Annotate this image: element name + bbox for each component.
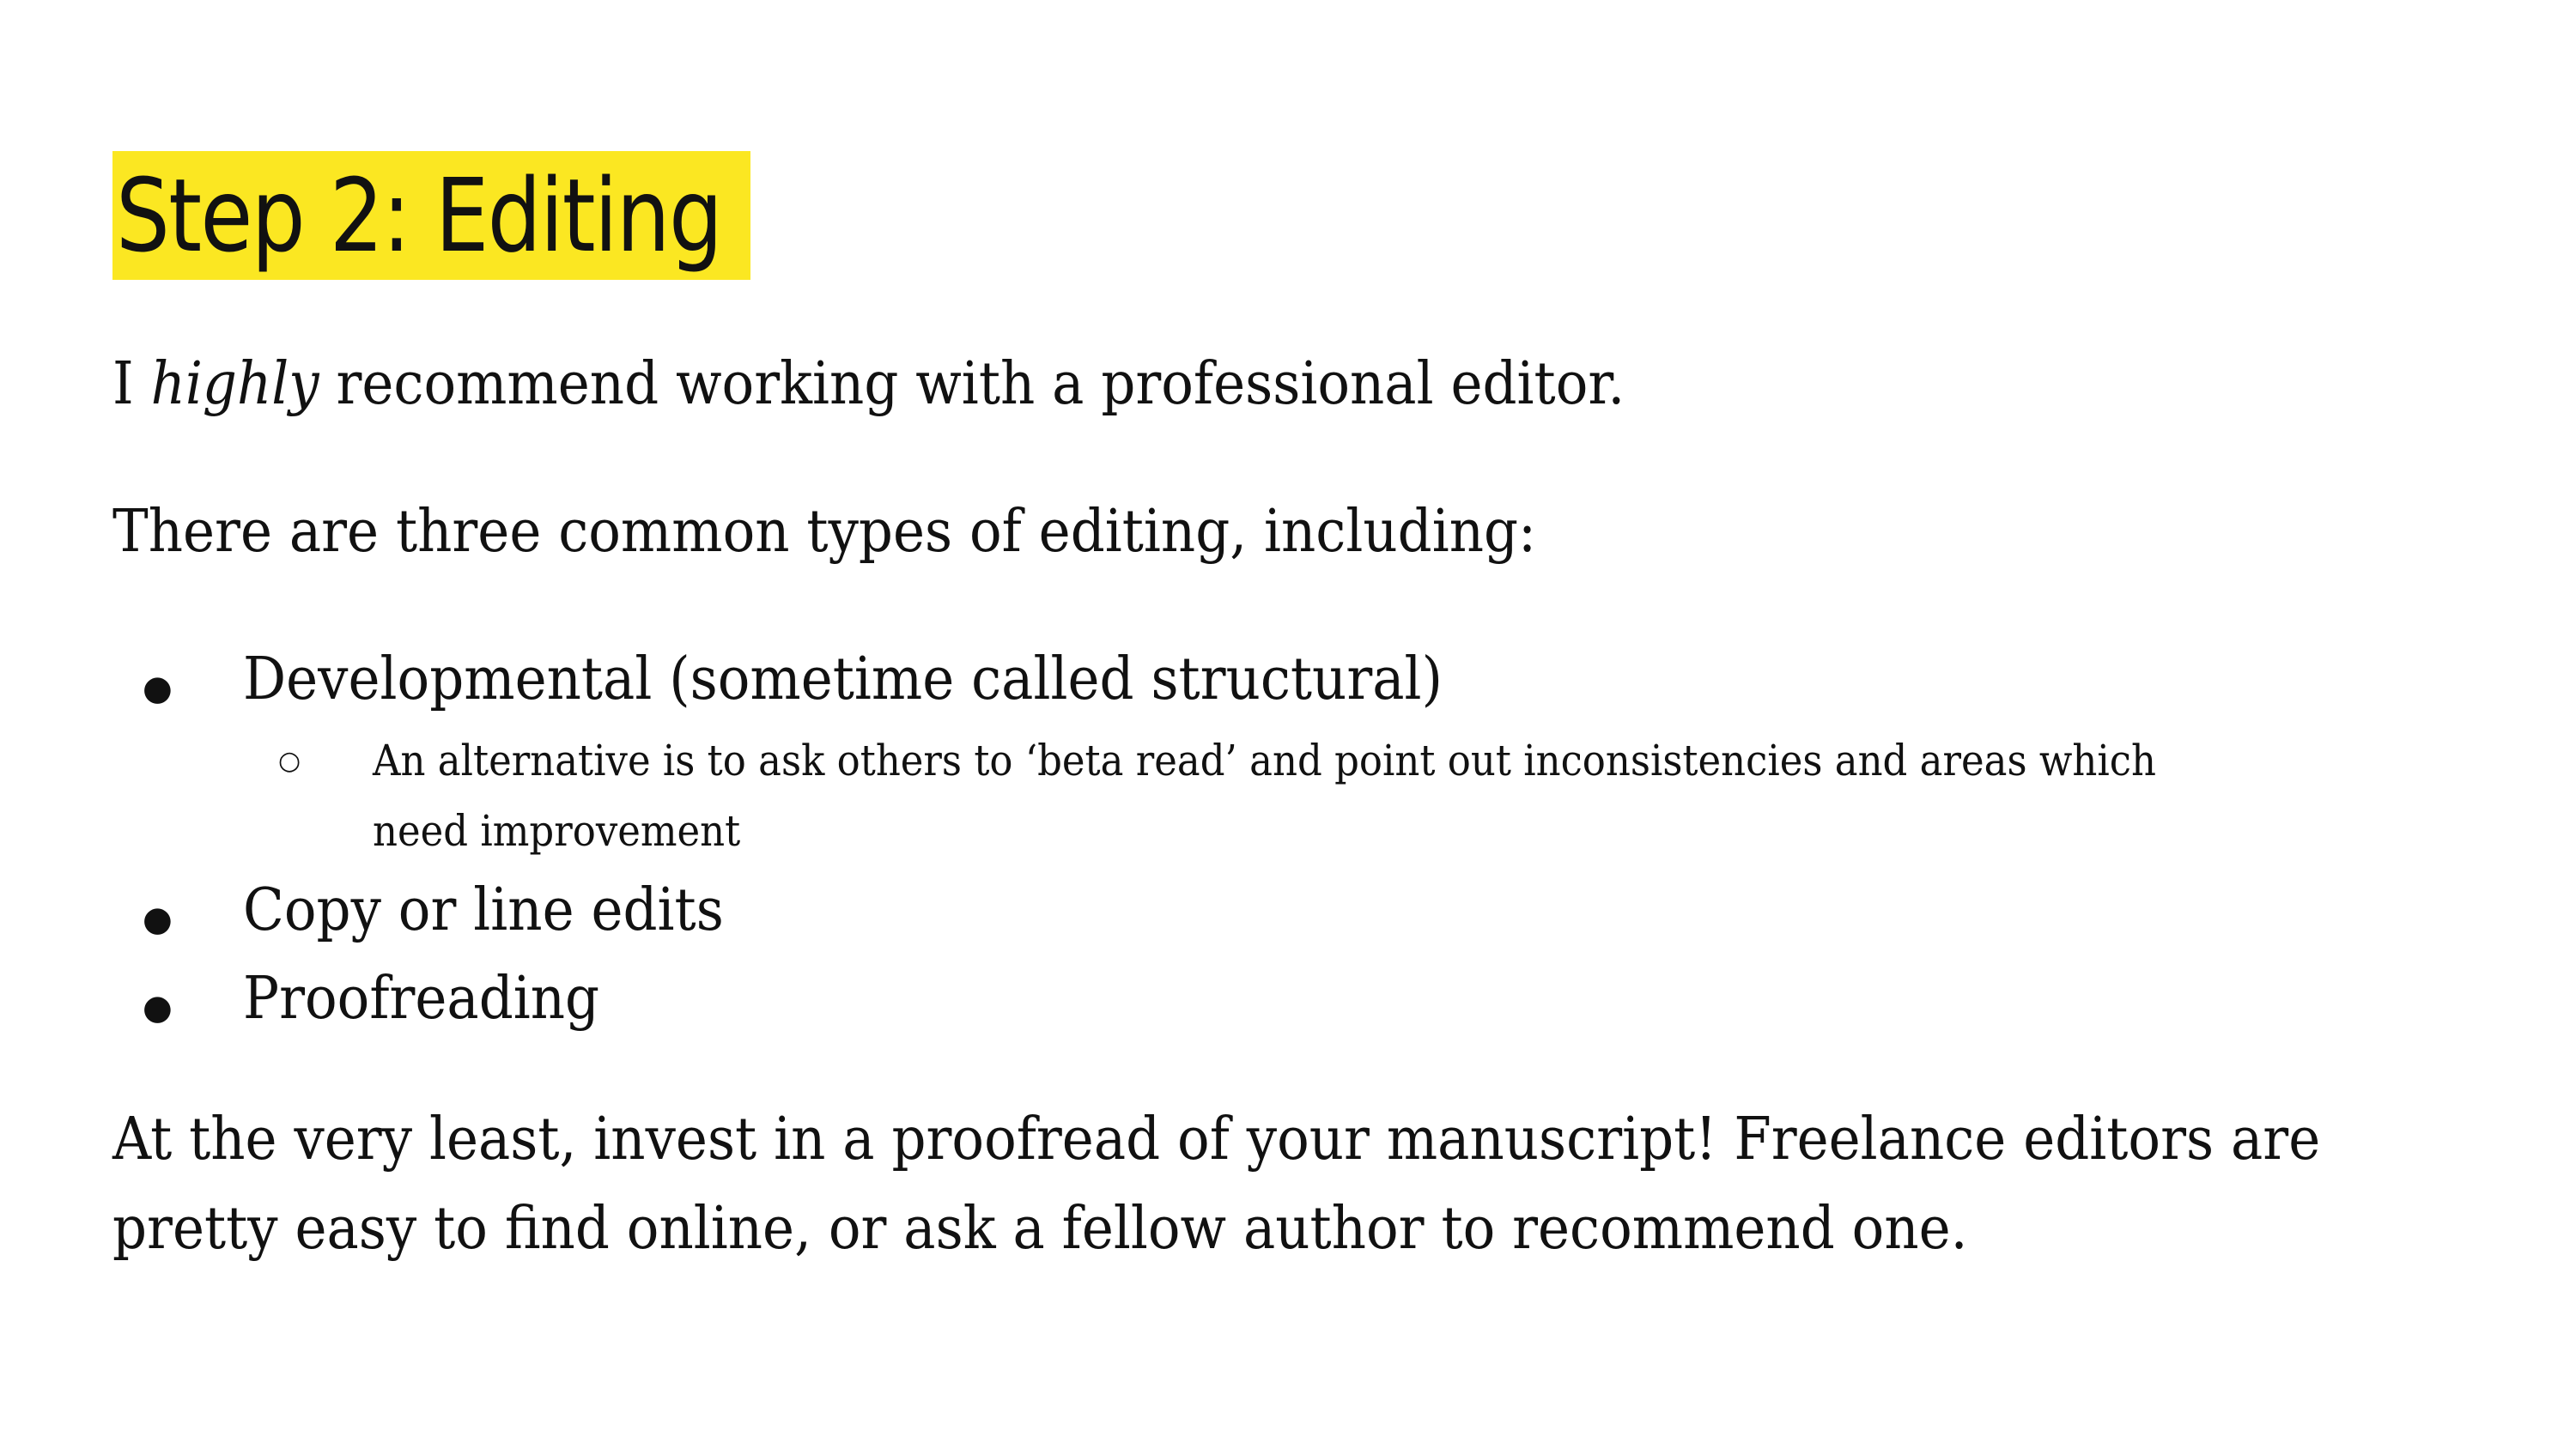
intro-emphasis: highly [150, 350, 319, 418]
list-item-developmental: Developmental (sometime called structura… [243, 646, 1443, 713]
closing-line-1: At the very least, invest in a proofread… [112, 1106, 2321, 1173]
intro-paragraph: I highly recommend working with a profes… [112, 340, 1625, 429]
intro-pre: I [112, 350, 151, 418]
lead-paragraph: There are three common types of editing,… [112, 498, 1537, 566]
closing-line-2: pretty easy to find online, or ask a fel… [112, 1195, 1968, 1263]
list-item-copy-edits: Copy or line edits [243, 876, 724, 944]
sub-item-line-1: An alternative is to ask others to ‘beta… [373, 736, 2156, 785]
list-item-proofreading: Proofreading [243, 965, 600, 1033]
slide: Step 2: Editing I highly recommend worki… [0, 0, 2576, 1449]
sub-item-line-2: need improvement [373, 806, 741, 856]
bullet-marker: ● [143, 900, 173, 939]
closing-paragraph: At the very least, invest in a proofread… [112, 1095, 2320, 1274]
title-highlight: Step 2: Editing [112, 151, 750, 280]
bullet-marker: ● [143, 988, 173, 1028]
slide-title: Step 2: Editing [116, 156, 723, 275]
sub-bullet-marker: ○ [278, 746, 301, 776]
intro-post: recommend working with a professional ed… [319, 350, 1625, 418]
bullet-marker: ● [143, 669, 173, 708]
